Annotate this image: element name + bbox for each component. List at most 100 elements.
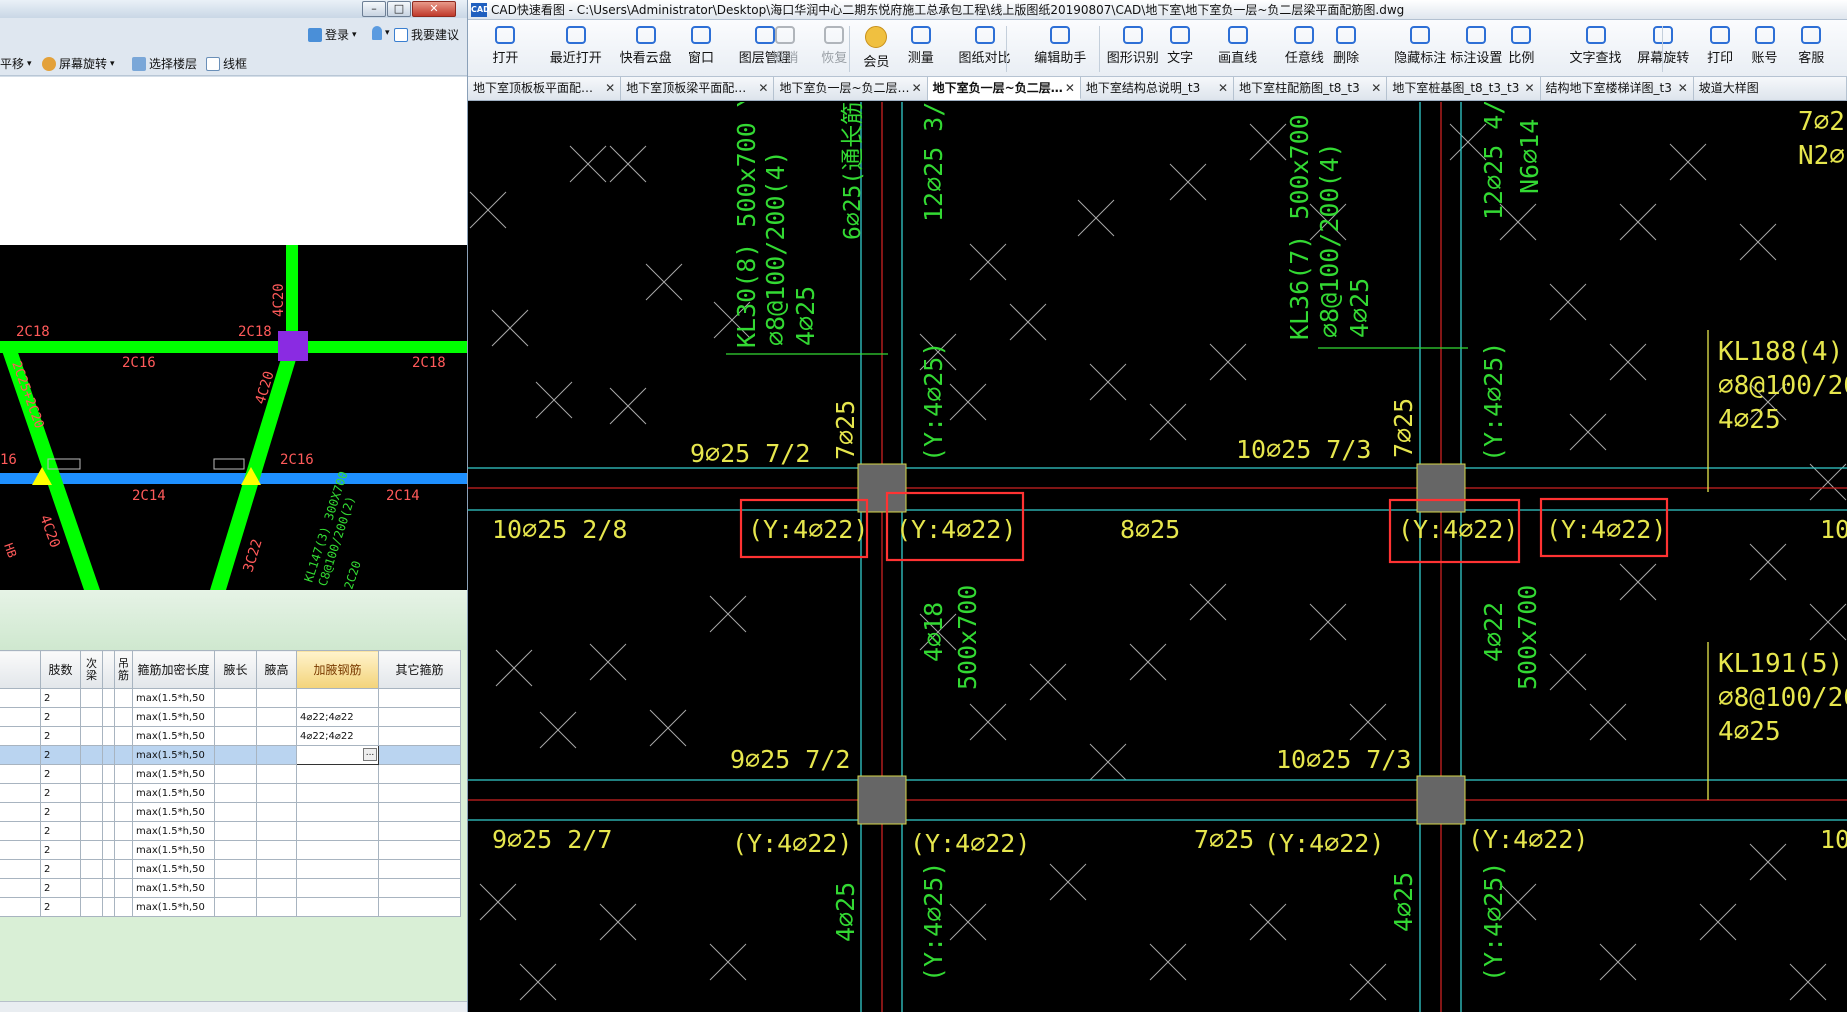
- ribbon-button[interactable]: 标注设置: [1446, 26, 1506, 74]
- table-cell[interactable]: [114, 897, 133, 917]
- table-row[interactable]: 2 max(1.5*h,50: [0, 878, 461, 898]
- table-cell[interactable]: [80, 897, 103, 917]
- table-cell[interactable]: [80, 688, 103, 708]
- table-cell[interactable]: [114, 821, 133, 841]
- table-cell[interactable]: 2: [40, 707, 81, 727]
- table-cell[interactable]: [256, 821, 297, 841]
- table-header-cell[interactable]: 次梁: [80, 650, 103, 689]
- ribbon-button[interactable]: 文字查找: [1566, 26, 1626, 74]
- ribbon-button[interactable]: 打印: [1701, 26, 1739, 74]
- table-cell[interactable]: [80, 707, 103, 727]
- table-cell[interactable]: [114, 802, 133, 822]
- ribbon-button[interactable]: 删除: [1327, 26, 1365, 74]
- table-cell[interactable]: [214, 745, 257, 765]
- close-icon[interactable]: ✕: [1065, 77, 1075, 98]
- table-row[interactable]: 2 max(1.5*h,50: [0, 840, 461, 860]
- table-cell[interactable]: 2: [40, 802, 81, 822]
- table-cell[interactable]: max(1.5*h,50: [132, 897, 215, 917]
- table-cell[interactable]: [378, 802, 461, 822]
- table-cell[interactable]: [0, 726, 41, 746]
- cad-drawing-canvas[interactable]: KL30(8) 500x700 Y15 ⌀8@100/200(4) 4⌀25 6…: [468, 102, 1847, 1012]
- table-cell[interactable]: max(1.5*h,50: [132, 726, 215, 746]
- table-cell[interactable]: [296, 897, 379, 917]
- table-row[interactable]: 2 max(1.5*h,50: [0, 783, 461, 803]
- drawing-tab[interactable]: 地下室负一层~负二层… ✕: [774, 77, 928, 100]
- drawing-tab[interactable]: 地下室柱配筋图_t8_t3 ✕: [1234, 77, 1388, 100]
- table-cell[interactable]: [102, 897, 115, 917]
- table-cell[interactable]: [80, 764, 103, 784]
- table-cell[interactable]: [114, 745, 133, 765]
- close-icon[interactable]: ✕: [605, 77, 615, 100]
- table-cell[interactable]: [102, 783, 115, 803]
- table-cell[interactable]: 2: [40, 821, 81, 841]
- table-cell[interactable]: [102, 859, 115, 879]
- table-cell[interactable]: max(1.5*h,50: [132, 859, 215, 879]
- table-cell[interactable]: [114, 859, 133, 879]
- table-row[interactable]: 2 max(1.5*h,50: [0, 688, 461, 708]
- table-cell[interactable]: [378, 783, 461, 803]
- table-cell[interactable]: [214, 726, 257, 746]
- ribbon-button[interactable]: 客服: [1792, 26, 1830, 74]
- table-cell[interactable]: [378, 764, 461, 784]
- screen-rotate-button[interactable]: 屏幕旋转 ▾: [42, 55, 115, 72]
- table-cell[interactable]: [296, 859, 379, 879]
- table-cell[interactable]: [256, 878, 297, 898]
- table-header-cell[interactable]: 其它箍筋: [378, 650, 461, 689]
- table-cell[interactable]: [80, 783, 103, 803]
- table-cell[interactable]: [378, 821, 461, 841]
- table-cell[interactable]: [378, 897, 461, 917]
- table-cell[interactable]: max(1.5*h,50: [132, 745, 215, 765]
- table-cell[interactable]: [214, 821, 257, 841]
- table-cell[interactable]: [0, 745, 41, 765]
- ribbon-button[interactable]: 编辑助手: [1030, 26, 1090, 74]
- table-cell[interactable]: [102, 707, 115, 727]
- ribbon-button[interactable]: 会员: [857, 26, 895, 74]
- table-cell[interactable]: [214, 764, 257, 784]
- table-cell[interactable]: 2: [40, 764, 81, 784]
- drawing-tab[interactable]: 结构地下室楼梯详图_t3 ✕: [1540, 77, 1694, 100]
- table-cell[interactable]: max(1.5*h,50: [132, 764, 215, 784]
- close-icon[interactable]: ✕: [1524, 77, 1534, 100]
- ribbon-button[interactable]: 图形识别: [1103, 26, 1163, 74]
- table-cell[interactable]: [214, 707, 257, 727]
- table-cell[interactable]: [378, 840, 461, 860]
- table-cell[interactable]: [0, 840, 41, 860]
- pan-button[interactable]: 平移 ▾: [0, 55, 32, 72]
- table-cell[interactable]: [0, 802, 41, 822]
- table-cell[interactable]: 2: [40, 745, 81, 765]
- table-header-cell[interactable]: 加腋钢筋: [296, 650, 379, 689]
- table-row[interactable]: 2 max(1.5*h,50 4⌀22;4⌀22: [0, 726, 461, 746]
- table-cell[interactable]: 2: [40, 897, 81, 917]
- rebar-preview-viewport[interactable]: 2C18 2C18 2C16 2C18 4C20 2C25+2C20 4C20 …: [0, 245, 467, 590]
- table-cell[interactable]: [214, 802, 257, 822]
- table-cell[interactable]: ...: [296, 745, 379, 765]
- table-cell[interactable]: [114, 783, 133, 803]
- table-cell[interactable]: [102, 764, 115, 784]
- feedback-button[interactable]: 我要建议: [394, 26, 459, 43]
- table-cell[interactable]: [256, 745, 297, 765]
- table-cell[interactable]: [114, 688, 133, 708]
- table-cell[interactable]: [296, 840, 379, 860]
- ribbon-button[interactable]: 账号: [1746, 26, 1784, 74]
- horizontal-scrollbar[interactable]: [0, 1001, 467, 1012]
- table-header-cell[interactable]: 腋长: [214, 650, 257, 689]
- close-icon[interactable]: ✕: [1371, 77, 1381, 100]
- table-cell[interactable]: [80, 859, 103, 879]
- close-icon[interactable]: ✕: [1218, 77, 1228, 100]
- table-row[interactable]: 2 max(1.5*h,50...: [0, 745, 461, 765]
- table-row[interactable]: 2 max(1.5*h,50 4⌀22;4⌀22: [0, 707, 461, 727]
- ribbon-button[interactable]: 恢复: [815, 26, 853, 74]
- table-cell[interactable]: [256, 726, 297, 746]
- table-cell[interactable]: [256, 802, 297, 822]
- drawing-tab[interactable]: 地下室负一层~负二层… ✕: [927, 77, 1081, 100]
- table-cell[interactable]: [102, 878, 115, 898]
- table-cell[interactable]: [80, 726, 103, 746]
- table-cell[interactable]: [214, 688, 257, 708]
- table-cell[interactable]: [214, 859, 257, 879]
- table-cell[interactable]: [256, 688, 297, 708]
- close-button[interactable]: ✕: [412, 1, 456, 17]
- table-cell[interactable]: [102, 802, 115, 822]
- table-cell[interactable]: [80, 745, 103, 765]
- table-cell[interactable]: [296, 821, 379, 841]
- table-cell[interactable]: [256, 707, 297, 727]
